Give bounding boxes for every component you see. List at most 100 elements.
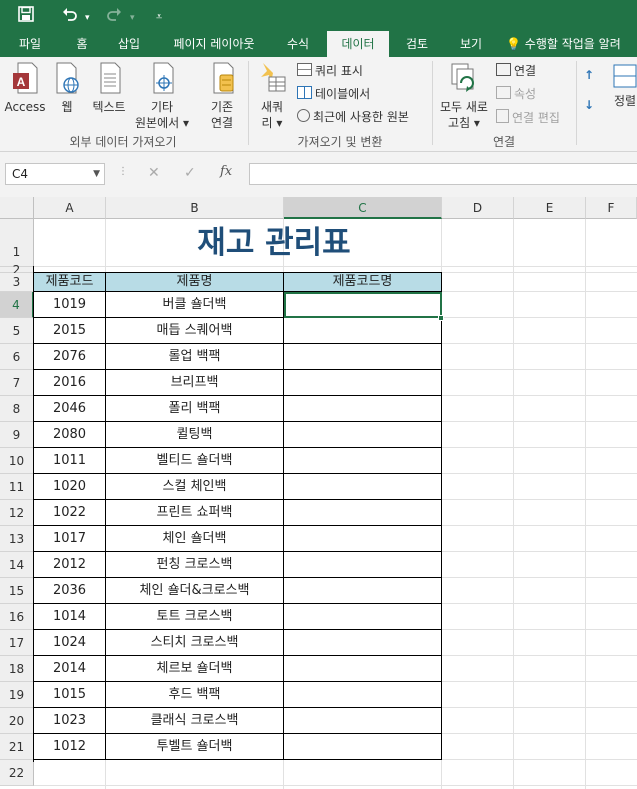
column-header-b[interactable]: B bbox=[106, 197, 284, 219]
table-cell-code[interactable]: 1020 bbox=[34, 474, 106, 500]
table-cell-code-name[interactable] bbox=[284, 734, 442, 760]
row-header-21[interactable]: 21 bbox=[0, 734, 34, 760]
tab-page-layout[interactable]: 페이지 레이아웃 bbox=[162, 31, 266, 57]
table-cell-code-name[interactable] bbox=[284, 604, 442, 630]
table-cell-name[interactable]: 롤업 백팩 bbox=[106, 344, 284, 370]
table-cell-code[interactable]: 1024 bbox=[34, 630, 106, 656]
insert-function-icon[interactable]: fx bbox=[220, 164, 232, 179]
table-cell-code[interactable]: 1011 bbox=[34, 448, 106, 474]
row-header-17[interactable]: 17 bbox=[0, 630, 34, 656]
table-cell-code[interactable]: 2076 bbox=[34, 344, 106, 370]
table-cell-name[interactable]: 클래식 크로스백 bbox=[106, 708, 284, 734]
access-button[interactable]: A Access bbox=[4, 61, 46, 115]
tab-insert[interactable]: 삽입 bbox=[108, 31, 150, 57]
table-cell-code-name[interactable] bbox=[284, 396, 442, 422]
from-table-button[interactable]: 테이블에서 bbox=[297, 86, 370, 102]
table-cell-name[interactable]: 매듭 스퀘어백 bbox=[106, 318, 284, 344]
undo-icon[interactable] bbox=[62, 6, 78, 26]
refresh-all-button[interactable]: 모두 새로 고침 ▾ bbox=[436, 61, 492, 131]
table-cell-code[interactable]: 2012 bbox=[34, 552, 106, 578]
row-header-20[interactable]: 20 bbox=[0, 708, 34, 734]
tab-data[interactable]: 데이터 bbox=[327, 31, 389, 57]
table-cell-code[interactable]: 1014 bbox=[34, 604, 106, 630]
text-button[interactable]: 텍스트 bbox=[88, 61, 130, 115]
enter-icon[interactable]: ✓ bbox=[184, 165, 196, 181]
table-cell-code[interactable]: 1019 bbox=[34, 292, 106, 318]
table-cell-name[interactable]: 스컬 체인백 bbox=[106, 474, 284, 500]
customize-icon[interactable]: ⩡ bbox=[156, 8, 162, 26]
row-header-8[interactable]: 8 bbox=[0, 396, 34, 422]
table-cell-code[interactable]: 1015 bbox=[34, 682, 106, 708]
row-header-3[interactable]: 3 bbox=[0, 273, 34, 292]
table-cell-code-name[interactable] bbox=[284, 708, 442, 734]
row-header-16[interactable]: 16 bbox=[0, 604, 34, 630]
name-box-dropdown-icon[interactable]: ▼ bbox=[93, 164, 100, 184]
table-cell-name[interactable]: 브리프백 bbox=[106, 370, 284, 396]
select-all-button[interactable] bbox=[0, 197, 34, 219]
table-cell-code[interactable]: 2015 bbox=[34, 318, 106, 344]
table-cell-code-name[interactable] bbox=[284, 656, 442, 682]
table-cell-name[interactable]: 체인 숄더&크로스백 bbox=[106, 578, 284, 604]
table-cell-name[interactable]: 투벨트 숄더백 bbox=[106, 734, 284, 760]
row-header-15[interactable]: 15 bbox=[0, 578, 34, 604]
row-header-9[interactable]: 9 bbox=[0, 422, 34, 448]
table-cell-name[interactable]: 스티치 크로스백 bbox=[106, 630, 284, 656]
table-cell-name[interactable]: 체인 숄더백 bbox=[106, 526, 284, 552]
table-cell-code-name[interactable] bbox=[284, 578, 442, 604]
table-cell-name[interactable]: 벨티드 숄더백 bbox=[106, 448, 284, 474]
row-header-5[interactable]: 5 bbox=[0, 318, 34, 344]
save-icon[interactable] bbox=[18, 6, 34, 26]
tab-file[interactable]: 파일 bbox=[8, 31, 52, 57]
undo-dropdown-icon[interactable]: ▾ bbox=[85, 9, 90, 27]
table-cell-name[interactable]: 프린트 쇼퍼백 bbox=[106, 500, 284, 526]
name-box[interactable]: C4 ▼ bbox=[5, 163, 105, 185]
row-header-22[interactable]: 22 bbox=[0, 760, 34, 786]
table-cell-code[interactable]: 2080 bbox=[34, 422, 106, 448]
column-header-c[interactable]: C bbox=[284, 197, 442, 219]
table-cell-name[interactable]: 펀칭 크로스백 bbox=[106, 552, 284, 578]
tell-me-search[interactable]: 💡 수행할 작업을 알려 bbox=[506, 31, 637, 57]
fill-handle[interactable] bbox=[438, 315, 444, 321]
sort-button[interactable]: 정렬 bbox=[610, 63, 637, 109]
column-header-f[interactable]: F bbox=[586, 197, 637, 219]
table-cell-name[interactable]: 후드 백팩 bbox=[106, 682, 284, 708]
tab-review[interactable]: 검토 bbox=[394, 31, 440, 57]
table-cell-code-name[interactable] bbox=[284, 526, 442, 552]
formula-input[interactable] bbox=[249, 163, 637, 185]
tab-home[interactable]: 홈 bbox=[64, 31, 100, 57]
recent-sources-button[interactable]: 최근에 사용한 원본 bbox=[297, 109, 409, 125]
table-cell-code[interactable]: 2036 bbox=[34, 578, 106, 604]
row-header-10[interactable]: 10 bbox=[0, 448, 34, 474]
table-header-name[interactable]: 제품명 bbox=[106, 273, 284, 292]
table-cell-code[interactable]: 2016 bbox=[34, 370, 106, 396]
table-cell-code-name[interactable] bbox=[284, 552, 442, 578]
table-cell-code-name[interactable] bbox=[284, 474, 442, 500]
row-header-7[interactable]: 7 bbox=[0, 370, 34, 396]
row-header-18[interactable]: 18 bbox=[0, 656, 34, 682]
row-header-11[interactable]: 11 bbox=[0, 474, 34, 500]
table-cell-code-name[interactable] bbox=[284, 630, 442, 656]
sort-ascending-icon[interactable]: ↑ bbox=[584, 67, 594, 83]
row-header-19[interactable]: 19 bbox=[0, 682, 34, 708]
show-queries-button[interactable]: 쿼리 표시 bbox=[297, 63, 363, 79]
table-cell-name[interactable]: 폴리 백팩 bbox=[106, 396, 284, 422]
table-cell-name[interactable]: 토트 크로스백 bbox=[106, 604, 284, 630]
row-header-14[interactable]: 14 bbox=[0, 552, 34, 578]
row-header-4[interactable]: 4 bbox=[0, 292, 34, 318]
table-cell-code-name[interactable] bbox=[284, 500, 442, 526]
table-cell-code-name[interactable] bbox=[284, 422, 442, 448]
table-cell-code[interactable]: 1017 bbox=[34, 526, 106, 552]
table-cell-code-name[interactable] bbox=[284, 344, 442, 370]
table-cell-code[interactable]: 2014 bbox=[34, 656, 106, 682]
other-sources-button[interactable]: 기타 원본에서 ▾ bbox=[132, 61, 192, 131]
row-header-6[interactable]: 6 bbox=[0, 344, 34, 370]
tab-view[interactable]: 보기 bbox=[448, 31, 494, 57]
table-cell-code-name[interactable] bbox=[284, 682, 442, 708]
table-cell-code-name[interactable] bbox=[284, 448, 442, 474]
table-cell-name[interactable]: 버클 숄더백 bbox=[106, 292, 284, 318]
column-header-d[interactable]: D bbox=[442, 197, 514, 219]
column-header-e[interactable]: E bbox=[514, 197, 586, 219]
table-cell-code[interactable]: 1012 bbox=[34, 734, 106, 760]
table-cell-code[interactable]: 2046 bbox=[34, 396, 106, 422]
worksheet-grid[interactable]: ABCDEF 1 2 3 4 5 6 7 8 9 10 11 12 13 14 15 16 17 18 19 20 21… bbox=[0, 197, 637, 789]
